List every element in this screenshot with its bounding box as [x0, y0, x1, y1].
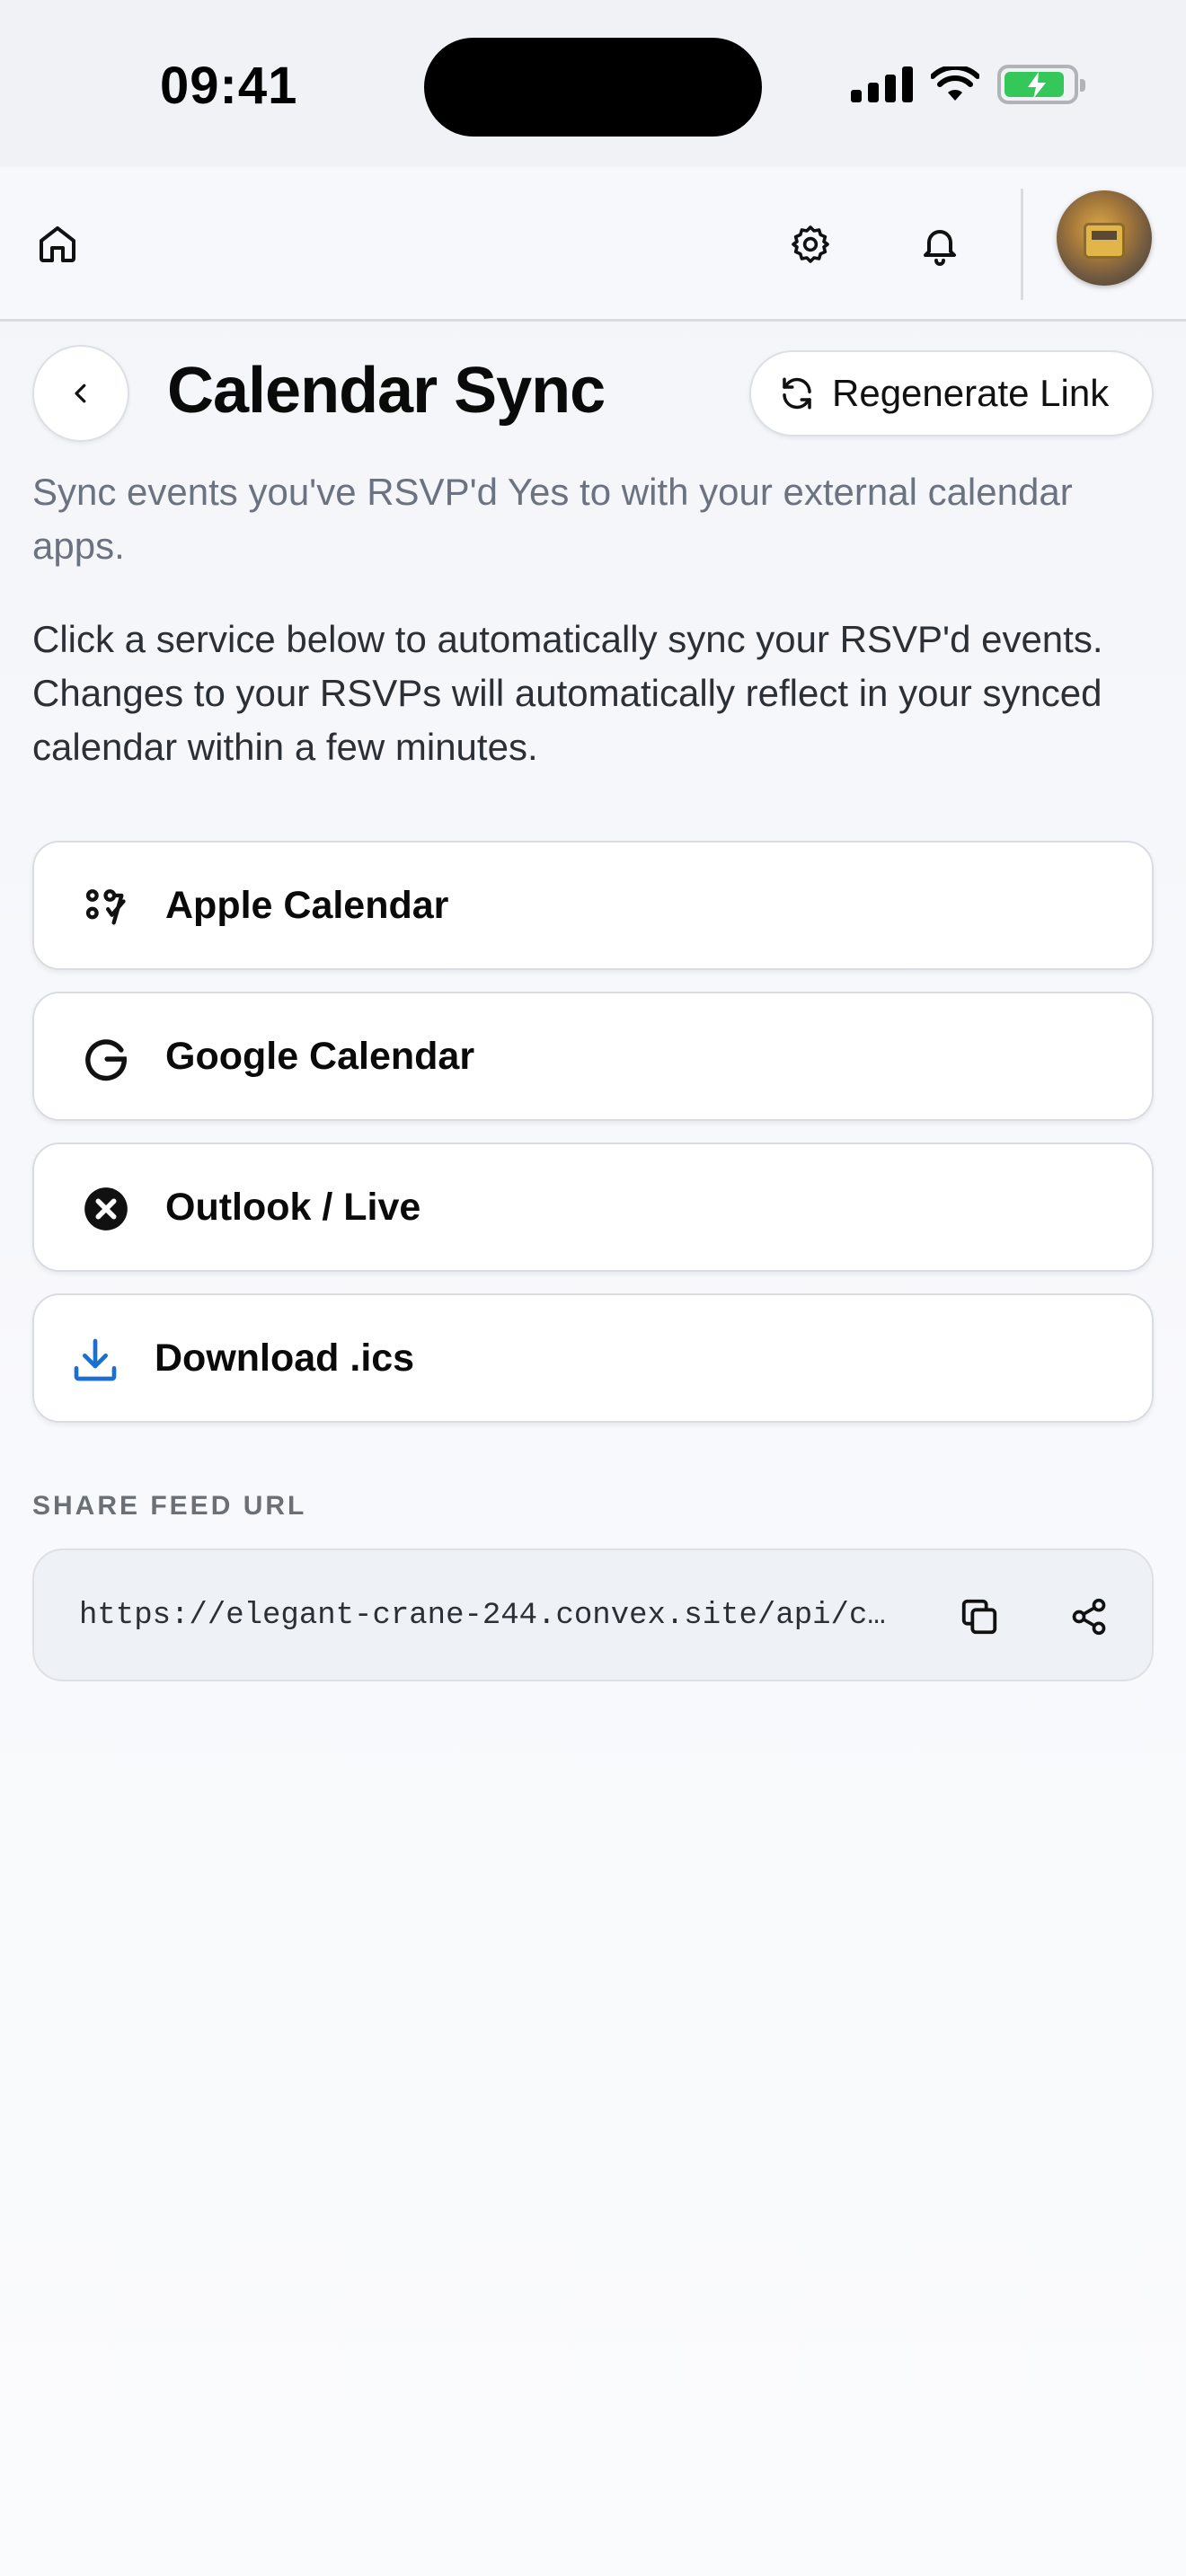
bell-icon[interactable]	[915, 219, 965, 269]
regenerate-link-button[interactable]: Regenerate Link	[749, 350, 1154, 437]
gear-icon[interactable]	[785, 219, 836, 269]
user-avatar[interactable]	[1057, 190, 1152, 286]
page-subtitle: Sync events you've RSVP'd Yes to with yo…	[32, 471, 1073, 567]
status-time: 09:41	[160, 57, 298, 115]
feed-url-text[interactable]: https://elegant-crane-244.convex.site/ap…	[79, 1599, 888, 1633]
download-icon	[70, 1335, 120, 1385]
google-icon	[81, 1033, 131, 1083]
outlook-calendar-label: Outlook / Live	[165, 1186, 421, 1229]
feed-url-box: https://elegant-crane-244.convex.site/ap…	[32, 1548, 1154, 1681]
copy-icon[interactable]	[956, 1593, 1003, 1640]
regenerate-link-label: Regenerate Link	[832, 372, 1110, 414]
apple-calendar-button[interactable]: Apple Calendar	[32, 841, 1154, 970]
outlook-icon	[81, 1184, 131, 1234]
download-ics-label: Download .ics	[155, 1337, 415, 1380]
refresh-icon	[783, 377, 811, 410]
apple-calendar-icon	[81, 882, 131, 932]
download-ics-button[interactable]: Download .ics	[32, 1293, 1154, 1423]
status-icons	[851, 65, 1085, 104]
page-title: Calendar Sync	[167, 355, 606, 427]
wifi-icon	[931, 66, 979, 101]
apple-calendar-label: Apple Calendar	[165, 884, 449, 927]
sync-instructions: Click a service below to automatically s…	[32, 618, 1103, 768]
chevron-left-icon	[75, 384, 86, 403]
top-navigation	[0, 167, 1186, 322]
cellular-signal-icon	[851, 66, 913, 102]
google-calendar-label: Google Calendar	[165, 1035, 475, 1078]
battery-icon	[997, 65, 1085, 104]
home-icon[interactable]	[32, 219, 83, 269]
status-bar: 09:41	[0, 0, 1186, 167]
nav-divider	[1021, 189, 1023, 300]
share-icon[interactable]	[1066, 1593, 1112, 1640]
outlook-calendar-button[interactable]: Outlook / Live	[32, 1142, 1154, 1272]
back-button[interactable]	[32, 345, 129, 442]
google-calendar-button[interactable]: Google Calendar	[32, 992, 1154, 1121]
share-feed-url-heading: SHARE FEED URL	[32, 1491, 307, 1521]
dynamic-island	[424, 38, 762, 137]
